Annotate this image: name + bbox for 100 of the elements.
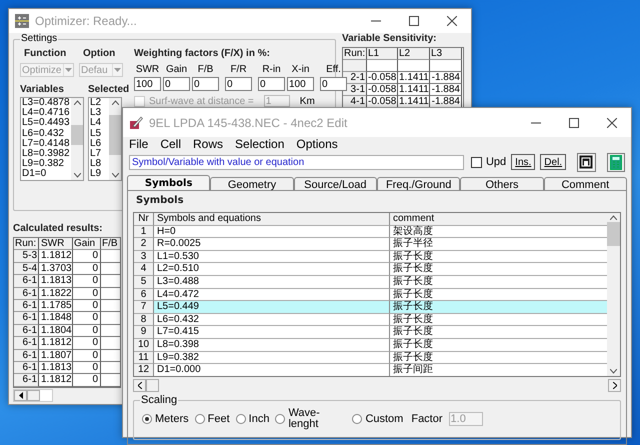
list-item[interactable]: L6: [90, 138, 109, 149]
scrollbar[interactable]: [109, 98, 121, 180]
menu-item[interactable]: Options: [296, 137, 338, 151]
column-header[interactable]: Run:: [343, 48, 367, 60]
list-item[interactable]: L3: [90, 108, 109, 118]
column-header[interactable]: L3: [430, 48, 462, 60]
left-arrow-icon: [18, 392, 22, 399]
radio-button[interactable]: [275, 414, 286, 424]
list-item[interactable]: L8: [90, 159, 109, 170]
list-item[interactable]: L9=0.382: [22, 159, 71, 170]
row-number: 5: [134, 276, 154, 289]
table-cell: 0: [73, 362, 101, 374]
table-cell: 1.1813: [39, 275, 73, 288]
table-cell: 0: [73, 300, 101, 312]
tab[interactable]: Others: [460, 177, 544, 190]
toolbar-button[interactable]: [577, 152, 596, 172]
row-header: 6-1: [14, 275, 39, 288]
table-row[interactable]: 8 L6=0.432 振子长度: [134, 314, 607, 326]
row-number: 6: [134, 288, 154, 302]
factor-label: X-in: [292, 64, 310, 76]
list-item[interactable]: L4=0.4716: [22, 108, 71, 118]
table-cell: 1.1411: [398, 72, 430, 84]
column-header[interactable]: Run:: [14, 238, 39, 250]
column-header[interactable]: Gain: [73, 238, 101, 250]
list-item[interactable]: L7: [90, 148, 109, 160]
column-header[interactable]: Nr: [134, 213, 154, 226]
row-number: 12: [134, 364, 154, 376]
input-field[interactable]: 0: [258, 77, 285, 91]
table-row[interactable]: 9 L7=0.415 振子长度: [134, 326, 607, 339]
table-row[interactable]: 1 H=0 架设高度: [134, 226, 607, 238]
table-cell: 1.1812: [39, 250, 73, 263]
row-number: 11: [134, 352, 154, 364]
input-field[interactable]: 0: [163, 77, 190, 91]
table-row[interactable]: 6 L4=0.472 振子长度: [134, 288, 607, 302]
tab[interactable]: Geometry: [210, 177, 294, 190]
table-cell: 1.3703: [39, 262, 73, 276]
radio-button[interactable]: [352, 414, 362, 424]
table-row[interactable]: 11 L9=0.382 振子长度: [134, 352, 607, 364]
checkbox[interactable]: [470, 156, 482, 168]
list-item[interactable]: L7=0.4148: [22, 138, 71, 149]
input-field[interactable]: Symbol/Variable with value or equation: [129, 154, 464, 170]
table-row[interactable]: 2 R=0.0025 振子半径: [134, 238, 607, 251]
scrollbar-thumb[interactable]: [607, 222, 620, 246]
radio-label: Feet: [208, 413, 230, 425]
pencil-icon: [129, 116, 143, 130]
table-row[interactable]: 3 L1=0.530 振子长度: [134, 250, 607, 264]
list-item[interactable]: L6=0.432: [22, 128, 71, 139]
menu-item[interactable]: Cell: [160, 137, 182, 151]
field-label: Factor: [411, 413, 443, 425]
list-item[interactable]: L3=0.4878: [22, 98, 71, 108]
radio-button[interactable]: [236, 414, 246, 424]
scrollbar[interactable]: [13, 388, 53, 402]
input-field[interactable]: 0: [225, 77, 252, 91]
unit-label: Km: [300, 96, 315, 106]
list-item[interactable]: L5=0.4493: [22, 118, 71, 129]
list-item[interactable]: L4: [90, 118, 109, 129]
menu-item[interactable]: File: [129, 137, 148, 151]
table-row[interactable]: 5 L3=0.488 振子长度: [134, 276, 607, 289]
table-row[interactable]: 4 L2=0.510 振子长度: [134, 263, 607, 276]
input-field[interactable]: 100: [134, 77, 161, 91]
table-row[interactable]: 12 D1=0.000 振子间距: [134, 364, 607, 376]
input-field[interactable]: 0: [192, 77, 219, 91]
table-row[interactable]: 7 L5=0.449 振子长度: [134, 301, 607, 314]
radio-button[interactable]: [194, 414, 205, 424]
menu-item[interactable]: Selection: [235, 137, 284, 151]
input-field[interactable]: 100: [287, 77, 314, 91]
row-header: 6-1: [14, 337, 39, 350]
input-field[interactable]: 0: [320, 77, 347, 91]
column-header[interactable]: SWR: [39, 238, 73, 250]
scrollbar-thumb[interactable]: [71, 125, 83, 145]
list-item[interactable]: L8=0.3982: [22, 148, 71, 160]
column-header[interactable]: L1: [367, 48, 398, 60]
list-item[interactable]: D1=0: [22, 169, 71, 180]
toolbar-button[interactable]: Del.: [540, 154, 566, 170]
scrollbar-thumb[interactable]: [146, 379, 159, 392]
table-row[interactable]: 10 L8=0.398 振子长度: [134, 338, 607, 352]
scrollbar[interactable]: [71, 98, 83, 180]
close-icon: [607, 118, 617, 128]
toolbar-button[interactable]: Ins.: [511, 154, 536, 170]
list-item[interactable]: L2: [90, 98, 109, 108]
row-header: 6-1: [14, 374, 39, 387]
tab[interactable]: Comment: [544, 177, 627, 190]
row-header: 6-1: [14, 324, 39, 338]
tab[interactable]: Freq./Ground: [376, 177, 460, 190]
scrollbar[interactable]: [607, 213, 620, 376]
scrollbar-thumb[interactable]: [27, 390, 40, 401]
list-item[interactable]: L9: [90, 169, 109, 180]
radio-button[interactable]: [142, 414, 152, 424]
column-header[interactable]: F/B: [101, 238, 120, 250]
menu-item[interactable]: Rows: [193, 137, 224, 151]
table-cell: -1.884: [430, 72, 462, 84]
scrollbar-thumb[interactable]: [109, 115, 121, 155]
tab[interactable]: Symbols: [127, 175, 210, 190]
list-item[interactable]: L5: [90, 128, 109, 139]
window-title: Optimizer: Ready...: [35, 14, 138, 28]
table-cell: 0: [73, 337, 101, 350]
row-number: 7: [134, 301, 154, 314]
column-header[interactable]: L2: [398, 48, 430, 60]
tab[interactable]: Source/Load: [294, 177, 377, 190]
scrollbar[interactable]: [133, 379, 621, 392]
